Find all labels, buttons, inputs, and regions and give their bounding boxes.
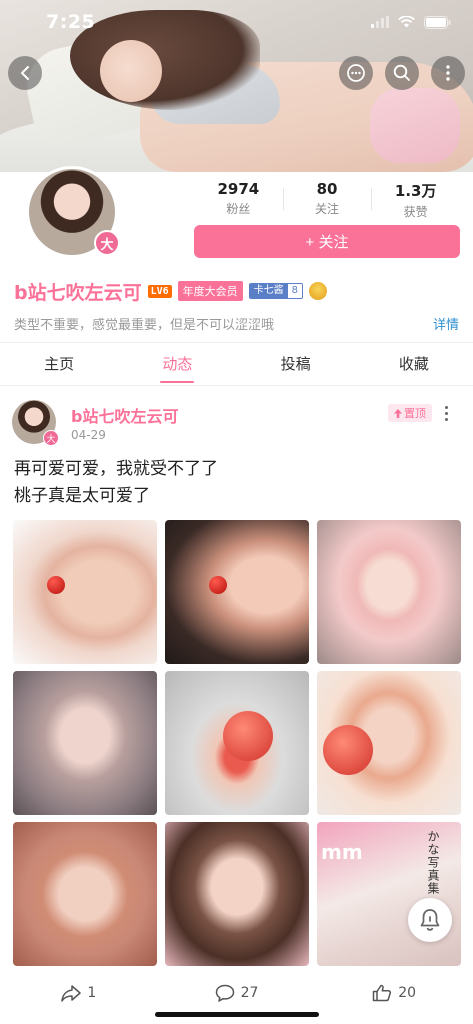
- like-button[interactable]: 20: [315, 978, 473, 1008]
- post-image-grid: mm かな写真集: [13, 520, 461, 966]
- tab-favorites[interactable]: 收藏: [355, 343, 473, 385]
- chevron-left-icon: [21, 66, 29, 80]
- level-badge: LV6: [147, 284, 172, 298]
- tab-dynamics[interactable]: 动态: [118, 343, 236, 385]
- message-button[interactable]: [339, 56, 373, 90]
- pinned-badge: 置顶: [388, 404, 432, 422]
- stat-following[interactable]: 80 关注: [282, 180, 372, 220]
- like-count: 20: [398, 985, 417, 1001]
- post-action-bar: 1 27 20: [0, 978, 473, 1008]
- comment-icon: [215, 984, 234, 1002]
- post-image[interactable]: [165, 671, 309, 815]
- stat-value: 80: [316, 180, 338, 198]
- thumbs-up-icon: [373, 984, 392, 1002]
- details-link[interactable]: 详情: [433, 314, 459, 333]
- stat-label: 获赞: [403, 205, 428, 219]
- status-bar: 7:25: [0, 0, 473, 44]
- post-date: 04-29: [71, 428, 106, 442]
- stat-label: 关注: [315, 202, 340, 216]
- post-image[interactable]: [317, 520, 461, 664]
- status-time: 7:25: [46, 11, 96, 33]
- image-caption-text: かな写真集: [426, 830, 440, 895]
- stat-value: 2974: [217, 180, 260, 198]
- bell-icon: [420, 909, 440, 931]
- share-icon: [61, 985, 82, 1002]
- more-vertical-icon: [446, 65, 450, 81]
- profile-stats: 2974 粉丝 80 关注 1.3万 获赞: [194, 180, 460, 220]
- fan-medal[interactable]: 卡七酱 8: [248, 283, 304, 299]
- search-icon: [393, 64, 410, 81]
- big-vip-badge: 大: [94, 230, 120, 256]
- cellular-signal-icon: [371, 16, 389, 28]
- more-options-button[interactable]: [431, 56, 465, 90]
- profile-avatar[interactable]: 大: [26, 166, 120, 258]
- post-more-icon[interactable]: [436, 403, 456, 423]
- fan-medal-level: 8: [287, 284, 303, 298]
- post-text-line: 桃子真是太可爱了: [14, 486, 150, 506]
- tab-home[interactable]: 主页: [0, 343, 118, 385]
- search-button[interactable]: [385, 56, 419, 90]
- big-vip-badge: 大: [43, 430, 59, 446]
- stat-value: 1.3万: [394, 182, 437, 200]
- post-image[interactable]: [13, 822, 157, 966]
- pin-arrow-icon: [394, 408, 402, 418]
- mascot-icon: [309, 282, 328, 300]
- wifi-icon: [398, 16, 415, 28]
- post-image[interactable]: [165, 822, 309, 966]
- notification-bell-button[interactable]: [408, 898, 452, 942]
- post-image[interactable]: [165, 520, 309, 664]
- home-indicator: [155, 1012, 319, 1017]
- username-row: b站七吹左云可 LV6 年度大会员 卡七酱 8: [14, 279, 328, 304]
- stat-likes: 1.3万 获赞: [371, 180, 460, 220]
- username: b站七吹左云可: [14, 281, 142, 304]
- post-text-line: 再可爱可爱，我就受不了了: [14, 459, 218, 479]
- fan-medal-name: 卡七酱: [249, 284, 288, 298]
- post-image[interactable]: [317, 671, 461, 815]
- stat-label: 粉丝: [226, 202, 251, 216]
- post-author-name[interactable]: b站七吹左云可: [71, 403, 178, 427]
- user-signature: 类型不重要，感觉最重要，但是不可以涩涩哦: [14, 318, 275, 333]
- comment-count: 27: [240, 985, 259, 1001]
- post-image[interactable]: mm かな写真集: [317, 822, 461, 966]
- follow-button[interactable]: + 关注: [194, 225, 460, 258]
- post-image[interactable]: [13, 520, 157, 664]
- share-button[interactable]: 1: [0, 978, 158, 1008]
- tab-submissions[interactable]: 投稿: [237, 343, 355, 385]
- image-logo-text: mm: [321, 840, 363, 864]
- post-text: 再可爱可爱，我就受不了了 桃子真是太可爱了: [14, 456, 218, 510]
- pinned-label: 置顶: [404, 407, 426, 420]
- battery-icon: [424, 15, 451, 29]
- back-button[interactable]: [8, 56, 42, 90]
- chat-bubble-icon: [347, 64, 365, 82]
- post-image[interactable]: [13, 671, 157, 815]
- stat-followers[interactable]: 2974 粉丝: [194, 180, 283, 220]
- share-count: 1: [87, 985, 97, 1001]
- comment-button[interactable]: 27: [158, 978, 316, 1008]
- vip-badge[interactable]: 年度大会员: [177, 281, 243, 301]
- profile-tabs: 主页 动态 投稿 收藏: [0, 342, 473, 386]
